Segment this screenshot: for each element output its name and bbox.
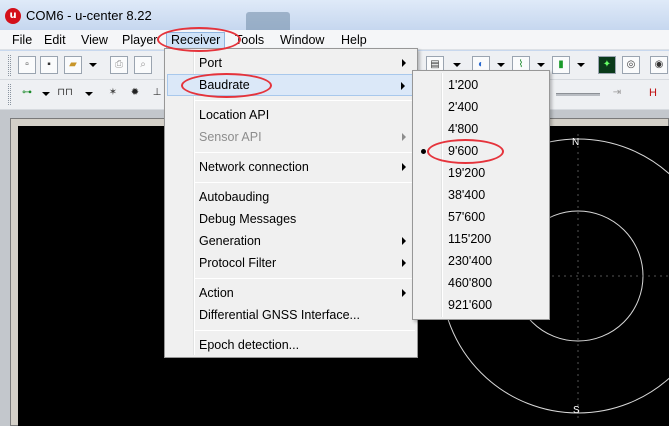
save-icon[interactable]: ▪	[40, 56, 58, 74]
menu-item-label: Action	[199, 286, 234, 300]
window-title: COM6 - u-center 8.22	[26, 8, 152, 23]
baudrate-submenu: 1'200 2'400 4'800 9'600 19'200 38'400 57…	[412, 70, 550, 320]
submenu-arrow-icon	[402, 259, 406, 267]
menu-window[interactable]: Window	[276, 32, 328, 49]
south-label: S	[573, 405, 580, 416]
toolbar-grip[interactable]	[8, 84, 11, 105]
menu-separator	[195, 278, 415, 279]
taskbar-thumbnail	[246, 12, 290, 30]
menu-item-label: Differential GNSS Interface...	[199, 308, 360, 322]
connect-dropdown-arrow[interactable]	[42, 92, 50, 96]
table-dropdown-arrow[interactable]	[453, 63, 461, 67]
menu-item-label: Network connection	[199, 160, 309, 174]
chart-dropdown-arrow[interactable]	[537, 63, 545, 67]
menu-separator	[195, 330, 415, 331]
title-bar: u COM6 - u-center 8.22	[0, 0, 669, 30]
receiver-item-protocol-filter[interactable]: Protocol Filter	[167, 252, 415, 274]
receiver-item-debug-messages[interactable]: Debug Messages	[167, 208, 415, 230]
menu-tools[interactable]: Tools	[231, 32, 268, 49]
baudrate-option[interactable]: 2'400	[415, 96, 547, 118]
h-label: H	[649, 87, 657, 99]
menu-item-label: Autobauding	[199, 190, 270, 204]
menu-bar: File Edit View Player Receiver Tools Win…	[0, 30, 669, 50]
open-dropdown-arrow[interactable]	[89, 63, 97, 67]
receiver-item-port[interactable]: Port	[167, 52, 415, 74]
baudrate-dropdown-arrow[interactable]	[85, 92, 93, 96]
submenu-arrow-icon	[402, 163, 406, 171]
thermometer-h-icon[interactable]: H	[644, 85, 662, 103]
receiver-item-differential-gnss[interactable]: Differential GNSS Interface...	[167, 304, 415, 326]
playback-slider[interactable]	[556, 93, 600, 96]
satellite-dropdown-arrow[interactable]	[497, 63, 505, 67]
menu-item-label: Baudrate	[199, 78, 250, 92]
open-folder-icon[interactable]: ▰	[64, 56, 82, 74]
baudrate-option[interactable]: 1'200	[415, 74, 547, 96]
north-label: N	[572, 137, 580, 148]
receiver-item-epoch-detection[interactable]: Epoch detection...	[167, 334, 415, 356]
baudrate-selected-label: 9'600	[448, 144, 479, 158]
menu-item-label: Epoch detection...	[199, 338, 300, 352]
connect-icon[interactable]: ⊶	[18, 85, 36, 103]
baudrate-option[interactable]: 460'800	[415, 272, 547, 294]
deviation-map-icon[interactable]: ◉	[650, 56, 668, 74]
compass-view-icon[interactable]: ◎	[622, 56, 640, 74]
menu-item-label: Sensor API	[199, 130, 262, 144]
receiver-item-action[interactable]: Action	[167, 282, 415, 304]
menu-player[interactable]: Player	[118, 32, 161, 49]
print-icon[interactable]: ⎙	[110, 56, 128, 74]
menu-item-label: Debug Messages	[199, 212, 297, 226]
autobaud-wand-icon[interactable]: ✶	[104, 85, 122, 103]
menu-file[interactable]: File	[8, 32, 36, 49]
submenu-arrow-icon	[402, 59, 406, 67]
menu-help[interactable]: Help	[337, 32, 371, 49]
menu-receiver[interactable]: Receiver	[166, 32, 226, 49]
signal-bars-icon[interactable]: ▮	[552, 56, 570, 74]
menu-item-label: Protocol Filter	[199, 256, 277, 270]
receiver-item-autobauding[interactable]: Autobauding	[167, 186, 415, 208]
signal-dropdown-arrow[interactable]	[577, 63, 585, 67]
submenu-arrow-icon	[402, 237, 406, 245]
receiver-item-generation[interactable]: Generation	[167, 230, 415, 252]
menu-item-label: Location API	[199, 108, 270, 122]
menu-separator	[195, 100, 415, 101]
submenu-arrow-icon	[401, 82, 405, 90]
debug-bug-icon[interactable]: ✹	[126, 85, 144, 103]
u-center-logo-icon: u	[5, 8, 21, 24]
baudrate-option[interactable]: 115'200	[415, 228, 547, 250]
skip-end-icon[interactable]: ⇥	[608, 85, 626, 103]
menu-item-label: Generation	[199, 234, 261, 248]
baudrate-option-selected[interactable]: 9'600	[415, 140, 547, 162]
submenu-arrow-icon	[402, 133, 406, 141]
selected-bullet-icon	[421, 149, 426, 154]
baudrate-wave-icon[interactable]: ⊓⊓	[56, 85, 74, 103]
receiver-menu: Port Baudrate Location API Sensor API Ne…	[164, 48, 418, 358]
receiver-item-location-api[interactable]: Location API	[167, 104, 415, 126]
receiver-item-sensor-api: Sensor API	[167, 126, 415, 148]
submenu-arrow-icon	[402, 289, 406, 297]
menu-separator	[195, 152, 415, 153]
baudrate-option[interactable]: 57'600	[415, 206, 547, 228]
baudrate-option[interactable]: 19'200	[415, 162, 547, 184]
toolbar-grip[interactable]	[8, 55, 11, 76]
baudrate-option[interactable]: 4'800	[415, 118, 547, 140]
menu-view[interactable]: View	[77, 32, 112, 49]
receiver-item-baudrate[interactable]: Baudrate	[167, 74, 415, 96]
receiver-item-network-connection[interactable]: Network connection	[167, 156, 415, 178]
menu-separator	[195, 182, 415, 183]
baudrate-option[interactable]: 38'400	[415, 184, 547, 206]
map-view-icon[interactable]: ✦	[598, 56, 616, 74]
baudrate-option[interactable]: 921'600	[415, 294, 547, 316]
new-document-icon[interactable]: ▫	[18, 56, 36, 74]
print-preview-icon[interactable]: ⌕	[134, 56, 152, 74]
menu-item-label: Port	[199, 56, 222, 70]
menu-edit[interactable]: Edit	[40, 32, 70, 49]
baudrate-option[interactable]: 230'400	[415, 250, 547, 272]
